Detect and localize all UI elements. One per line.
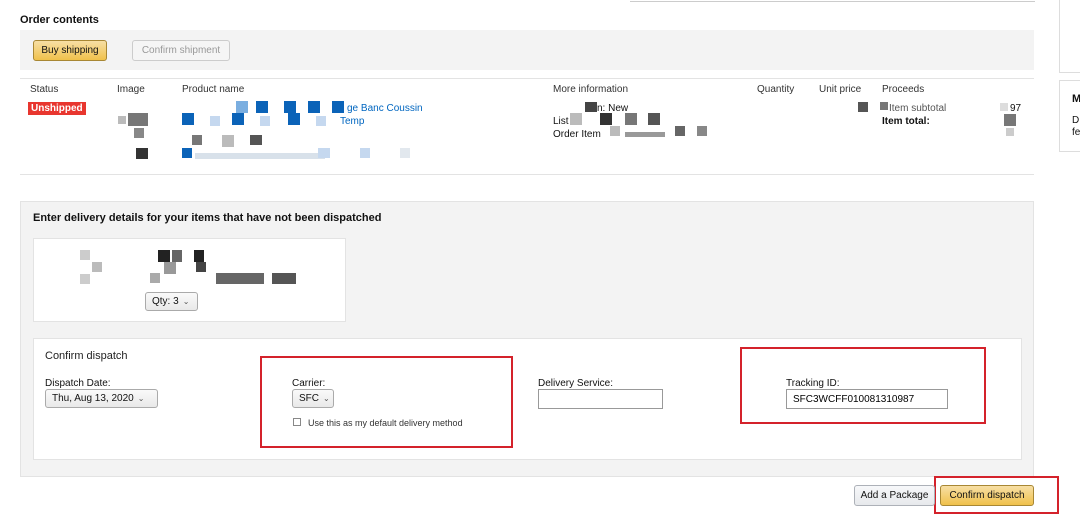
- status-badge: Unshipped: [28, 102, 86, 115]
- tracking-highlight: [740, 347, 986, 424]
- blurred-pixel: [250, 135, 262, 145]
- product-name-link[interactable]: Temp: [340, 116, 364, 127]
- blurred-pixel: [80, 274, 90, 284]
- column-header-more-info: More information: [553, 84, 629, 95]
- proceeds-total-label: Item total:: [882, 116, 930, 127]
- blurred-pixel: [164, 262, 176, 274]
- confirm-dispatch-title: Confirm dispatch: [45, 350, 128, 362]
- blurred-pixel: [1000, 103, 1008, 111]
- blurred-pixel: [697, 126, 707, 136]
- blurred-pixel: [182, 148, 192, 158]
- blurred-pixel: [182, 113, 194, 125]
- confirm-dispatch-button[interactable]: Confirm dispatch: [940, 485, 1034, 506]
- blurred-pixel: [222, 135, 234, 147]
- blurred-pixel: [260, 116, 270, 126]
- blurred-pixel: [150, 273, 160, 283]
- blurred-pixel: [316, 116, 326, 126]
- blurred-pixel: [194, 250, 204, 262]
- blurred-pixel: [570, 113, 582, 125]
- blurred-pixel: [172, 250, 182, 262]
- column-header-proceeds: Proceeds: [882, 84, 925, 95]
- top-panel-edge: [630, 0, 1035, 2]
- column-header-unit-price: Unit price: [819, 84, 862, 95]
- dispatch-date-select[interactable]: Thu, Aug 13, 2020 ⌄: [45, 389, 158, 408]
- blurred-pixel: [284, 101, 296, 113]
- delivery-service-input[interactable]: [538, 389, 663, 409]
- right-panel-info: M D fe: [1059, 80, 1080, 152]
- blurred-pixel: [675, 126, 685, 136]
- order-contents-title: Order contents: [20, 14, 99, 26]
- blurred-pixel: [1004, 114, 1016, 126]
- carrier-highlight: [260, 356, 513, 448]
- blurred-pixel: [600, 113, 612, 125]
- column-header-image: Image: [117, 84, 145, 95]
- blurred-pixel: [610, 126, 620, 136]
- blurred-pixel: [332, 101, 344, 113]
- product-name-link[interactable]: ge Banc Coussin: [347, 103, 423, 114]
- blurred-pixel: [92, 262, 102, 272]
- dispatch-date-value: Thu, Aug 13, 2020: [52, 393, 134, 404]
- buy-shipping-button[interactable]: Buy shipping: [33, 40, 107, 61]
- right-panel-text: D: [1072, 115, 1080, 126]
- dispatch-date-label: Dispatch Date:: [45, 378, 111, 389]
- blurred-pixel: [585, 102, 597, 112]
- blurred-pixel: [272, 273, 296, 284]
- confirm-shipment-button[interactable]: Confirm shipment: [132, 40, 230, 61]
- blurred-pixel: [880, 102, 888, 110]
- chevron-down-icon: ⌄: [137, 394, 145, 403]
- blurred-pixel: [192, 135, 202, 145]
- blurred-pixel: [256, 101, 268, 113]
- blurred-pixel: [625, 113, 637, 125]
- delivery-details-title: Enter delivery details for your items th…: [33, 212, 382, 224]
- blurred-pixel: [1006, 128, 1014, 136]
- blurred-pixel: [236, 101, 248, 113]
- blurred-pixel: [80, 250, 90, 260]
- more-info-order-item: Order Item: [553, 129, 601, 140]
- more-info-listing: List: [553, 116, 569, 127]
- right-panel-letter: M: [1072, 93, 1080, 105]
- blurred-pixel: [400, 148, 410, 158]
- column-header-quantity: Quantity: [757, 84, 795, 95]
- column-header-product-name: Product name: [182, 84, 245, 95]
- proceeds-subtotal-value: 97: [1010, 103, 1022, 114]
- blurred-pixel: [288, 113, 300, 125]
- blurred-pixel: [158, 250, 170, 262]
- blurred-pixel: [216, 273, 264, 284]
- blurred-pixel: [318, 148, 330, 158]
- blurred-pixel: [210, 116, 220, 126]
- blurred-pixel: [128, 113, 148, 126]
- right-panel-top: [1059, 0, 1080, 73]
- blurred-pixel: [648, 113, 660, 125]
- right-panel-text: fe: [1072, 127, 1080, 138]
- blurred-pixel: [136, 148, 148, 159]
- blurred-pixel: [232, 113, 244, 125]
- blurred-pixel: [118, 116, 126, 124]
- blurred-pixel: [858, 102, 868, 112]
- quantity-select-value: Qty: 3: [152, 296, 179, 307]
- blurred-pixel: [195, 153, 325, 159]
- blurred-pixel: [308, 101, 320, 113]
- proceeds-subtotal-label: Item subtotal: [889, 103, 947, 114]
- chevron-down-icon: ⌄: [182, 297, 190, 306]
- add-package-button[interactable]: Add a Package: [854, 485, 935, 506]
- blurred-pixel: [134, 128, 144, 138]
- blurred-pixel: [625, 132, 665, 137]
- blurred-pixel: [196, 262, 206, 272]
- delivery-service-label: Delivery Service:: [538, 378, 614, 389]
- column-header-status: Status: [30, 84, 59, 95]
- blurred-pixel: [360, 148, 370, 158]
- quantity-select[interactable]: Qty: 3 ⌄: [145, 292, 198, 311]
